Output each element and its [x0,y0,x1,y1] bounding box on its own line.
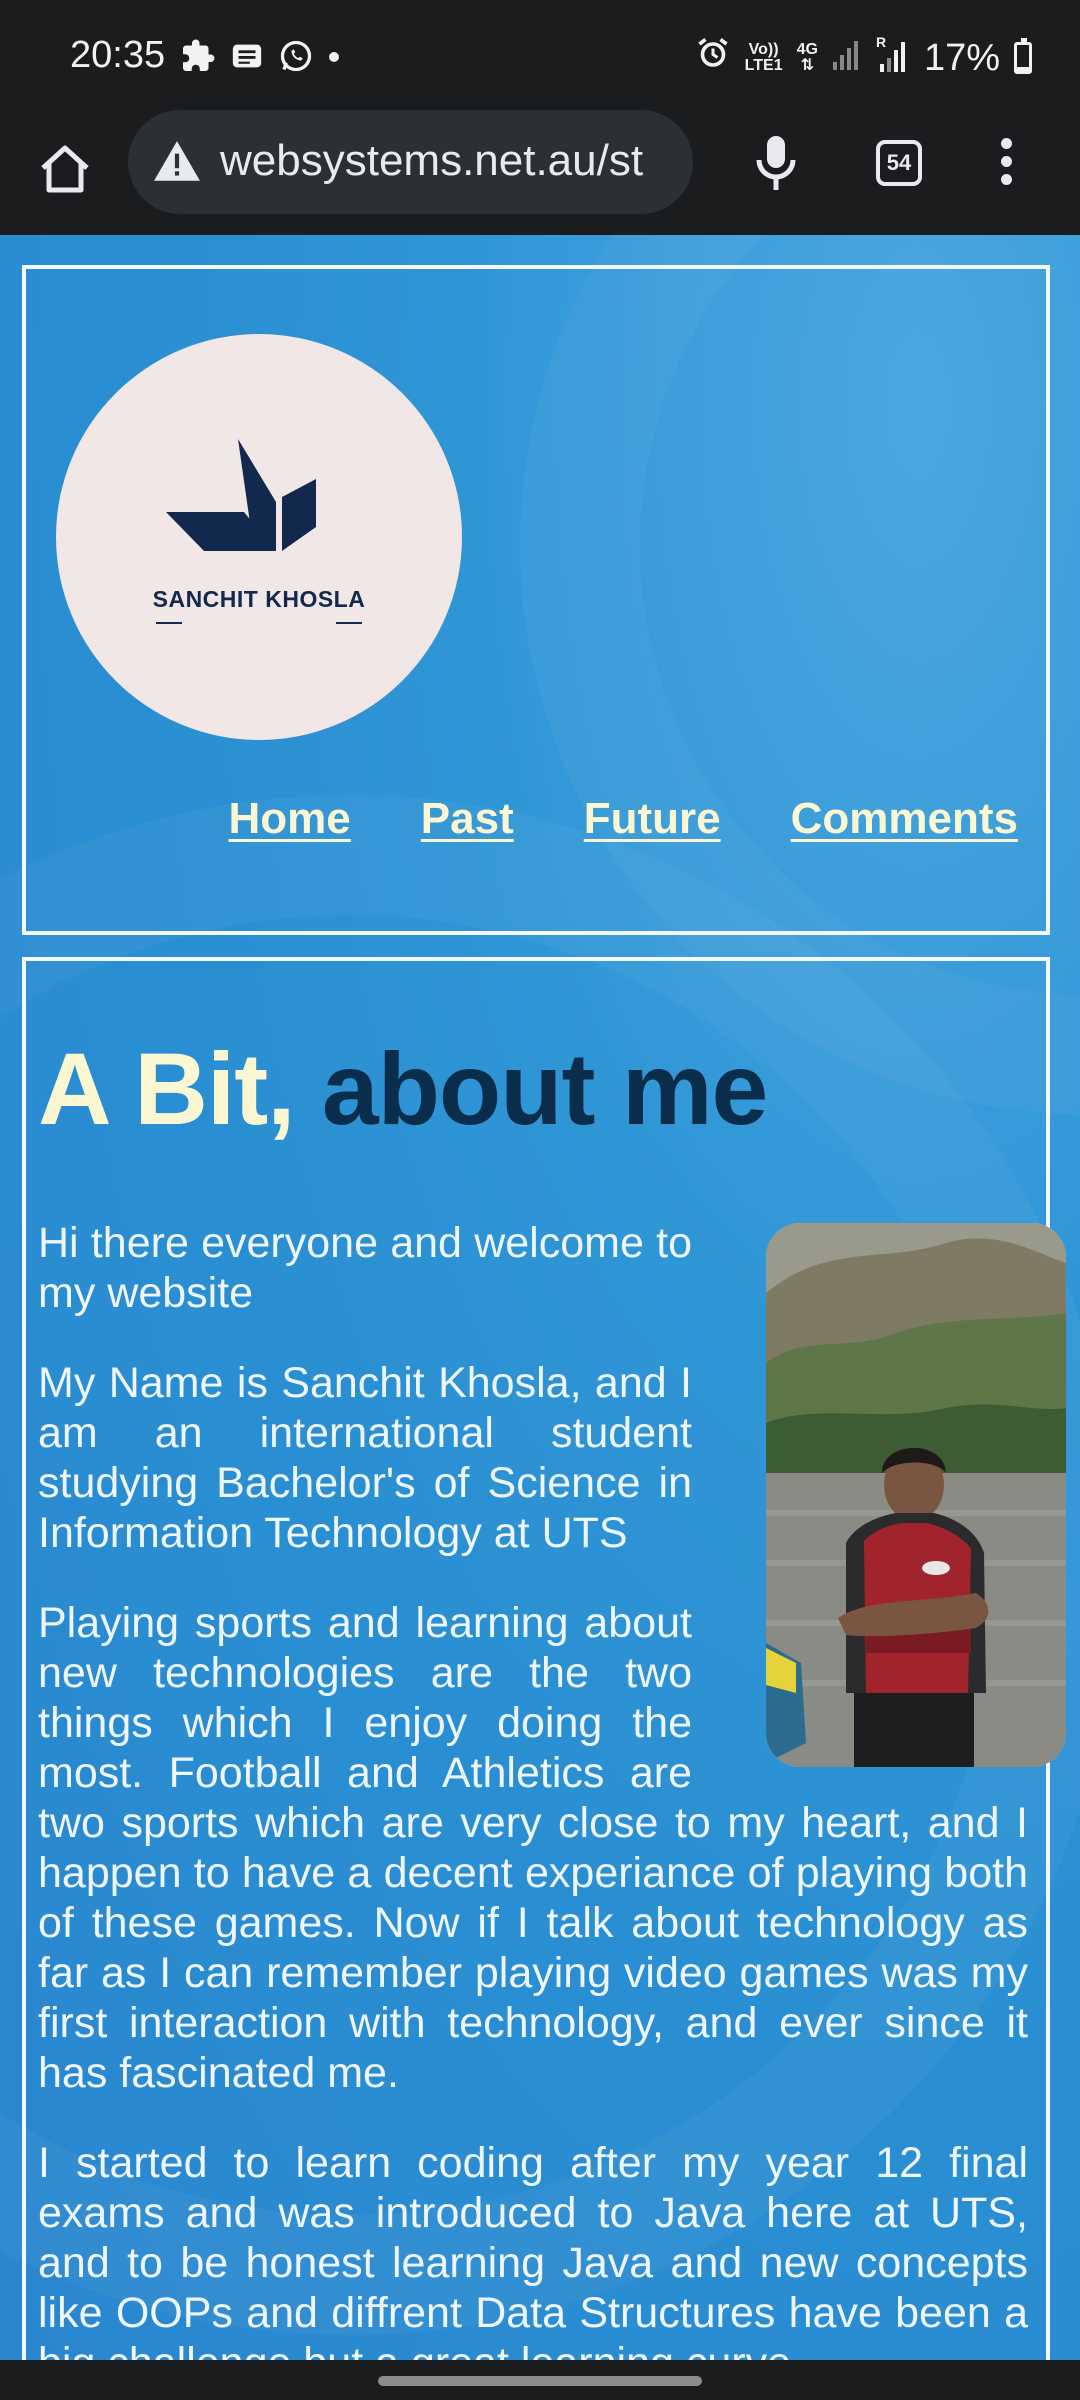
svg-text:R: R [876,34,886,50]
logo-underline [156,622,362,624]
volte-icon: Vo)) LTE1 [744,41,783,74]
network-type-icon: 4G ⇅ [796,41,818,74]
logo-text: SANCHIT KHOSLA [152,586,366,612]
battery-percent: 17% [923,36,1000,79]
main-nav: Home Past Future Comments [229,794,1018,844]
title-part-1: A Bit, [38,1032,296,1146]
page-title: A Bit, about me [38,1031,768,1148]
more-notifications-dot-icon [328,50,340,68]
address-bar[interactable]: websystems.net.au/st [128,110,693,214]
home-button[interactable] [30,134,100,204]
whatsapp-icon [278,38,314,79]
title-part-2: about me [321,1032,768,1146]
nav-link-future[interactable]: Future [584,794,721,844]
browser-toolbar: websystems.net.au/st 54 [0,110,1080,235]
logo-leaves-icon [166,439,316,551]
not-secure-warning-icon[interactable] [152,137,202,192]
news-icon [230,39,264,78]
nav-link-comments[interactable]: Comments [791,794,1018,844]
signal-1-icon [832,36,862,80]
home-icon [41,145,89,193]
battery-icon [1014,38,1032,74]
microphone-icon [756,136,796,190]
notification-icons [180,38,340,79]
voice-search-button[interactable] [750,132,802,199]
signal-2-icon: R [876,34,910,82]
system-status-icons: Vo)) LTE1 4G ⇅ R 17% [695,34,1032,82]
alarm-icon [695,35,731,81]
paragraph: I started to learn coding after my year … [38,2139,1028,2360]
nav-link-home[interactable]: Home [229,794,351,844]
about-section: A Bit, about me Hi there everyone and we… [22,957,1066,2360]
status-time: 20:35 [70,34,166,76]
overflow-menu-icon[interactable] [995,138,1017,190]
home-gesture-handle[interactable] [378,2376,702,2386]
tab-switcher-button[interactable]: 54 [876,140,922,186]
system-navigation-bar [0,2360,1080,2400]
photo-float-spacer [728,1218,1028,1758]
puzzle-icon [180,38,216,79]
site-logo[interactable]: SANCHIT KHOSLA [56,334,462,740]
status-bar: 20:35 Vo)) LTE1 4G ⇅ R 17% [0,0,1080,110]
url-text[interactable]: websystems.net.au/st [220,136,643,186]
nav-link-past[interactable]: Past [421,794,514,844]
site-header: SANCHIT KHOSLA Home Past Future Comments [22,265,1050,935]
web-page: SANCHIT KHOSLA Home Past Future Comments… [0,235,1080,2360]
about-text: Hi there everyone and welcome to my webs… [38,1218,1028,2360]
